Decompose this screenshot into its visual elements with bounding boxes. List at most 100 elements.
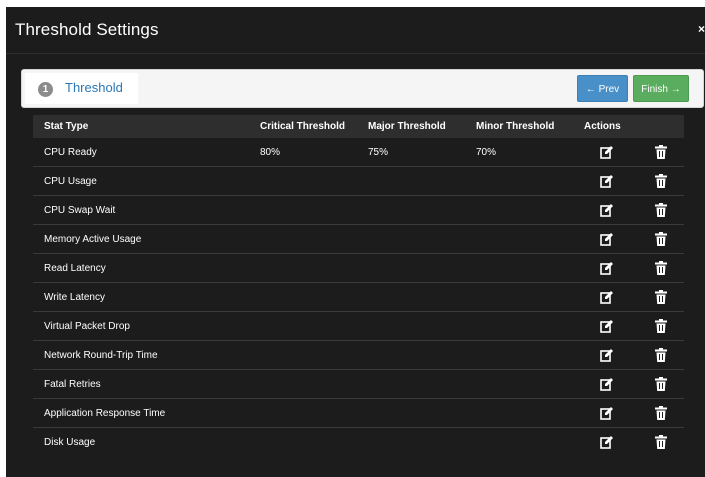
cell-minor (465, 340, 573, 370)
edit-icon[interactable] (600, 377, 614, 391)
trash-icon[interactable] (654, 145, 668, 159)
cell-major (357, 369, 465, 399)
cell-stat: Read Latency (33, 253, 249, 283)
cell-critical (249, 253, 357, 283)
edit-icon[interactable] (600, 406, 614, 420)
cell-critical (249, 398, 357, 428)
cell-minor (465, 253, 573, 283)
column-header-stat-type: Stat Type (33, 115, 249, 138)
cell-stat: Virtual Packet Drop (33, 311, 249, 341)
cell-stat: Application Response Time (33, 398, 249, 428)
cell-major (357, 166, 465, 196)
cell-actions (573, 311, 684, 341)
cell-actions (573, 398, 684, 428)
cell-major (357, 282, 465, 312)
edit-icon[interactable] (600, 319, 614, 333)
edit-icon[interactable] (600, 145, 614, 159)
cell-minor: 70% (465, 138, 573, 167)
column-header-major: Major Threshold (357, 115, 465, 138)
cell-stat: Fatal Retries (33, 369, 249, 399)
cell-minor (465, 369, 573, 399)
edit-icon[interactable] (600, 435, 614, 449)
edit-icon[interactable] (600, 348, 614, 362)
trash-icon[interactable] (654, 406, 668, 420)
cell-stat: Write Latency (33, 282, 249, 312)
cell-critical (249, 195, 357, 225)
cell-major (357, 340, 465, 370)
table-row: Write Latency (33, 282, 684, 312)
cell-minor (465, 282, 573, 312)
cell-stat: CPU Swap Wait (33, 195, 249, 225)
cell-major (357, 253, 465, 283)
threshold-table: Stat Type Critical Threshold Major Thres… (33, 115, 684, 456)
threshold-settings-modal: Threshold Settings × 1 Threshold ← Prev … (6, 7, 705, 477)
cell-actions (573, 369, 684, 399)
cell-minor (465, 166, 573, 196)
cell-minor (465, 311, 573, 341)
cell-actions (573, 340, 684, 370)
edit-icon[interactable] (600, 232, 614, 246)
finish-button[interactable]: Finish → (633, 75, 689, 102)
table-row: CPU Swap Wait (33, 195, 684, 225)
cell-minor (465, 224, 573, 254)
cell-actions (573, 282, 684, 312)
cell-critical: 80% (249, 138, 357, 167)
cell-critical (249, 311, 357, 341)
table-row: Read Latency (33, 253, 684, 283)
table-row: Network Round-Trip Time (33, 340, 684, 370)
cell-minor (465, 398, 573, 428)
cell-minor (465, 428, 573, 457)
table-header-row: Stat Type Critical Threshold Major Thres… (33, 115, 684, 138)
cell-stat: CPU Ready (33, 138, 249, 167)
cell-minor (465, 195, 573, 225)
cell-critical (249, 369, 357, 399)
cell-actions (573, 195, 684, 225)
cell-stat: Network Round-Trip Time (33, 340, 249, 370)
table-row: Application Response Time (33, 398, 684, 428)
column-header-minor: Minor Threshold (465, 115, 573, 138)
cell-critical (249, 340, 357, 370)
step-number-badge: 1 (38, 82, 53, 97)
trash-icon[interactable] (654, 348, 668, 362)
cell-critical (249, 428, 357, 457)
trash-icon[interactable] (654, 290, 668, 304)
column-header-critical: Critical Threshold (249, 115, 357, 138)
cell-stat: Memory Active Usage (33, 224, 249, 254)
cell-major (357, 195, 465, 225)
cell-actions (573, 253, 684, 283)
prev-button[interactable]: ← Prev (577, 75, 628, 102)
cell-critical (249, 224, 357, 254)
cell-critical (249, 282, 357, 312)
cell-critical (249, 166, 357, 196)
trash-icon[interactable] (654, 435, 668, 449)
edit-icon[interactable] (600, 290, 614, 304)
cell-major (357, 224, 465, 254)
cell-major: 75% (357, 138, 465, 167)
trash-icon[interactable] (654, 174, 668, 188)
trash-icon[interactable] (654, 203, 668, 217)
modal-header: Threshold Settings × (6, 7, 705, 54)
cell-stat: CPU Usage (33, 166, 249, 196)
modal-title: Threshold Settings (15, 20, 159, 39)
cell-major (357, 311, 465, 341)
step-label: Threshold (65, 80, 123, 95)
trash-icon[interactable] (654, 232, 668, 246)
trash-icon[interactable] (654, 261, 668, 275)
cell-major (357, 428, 465, 457)
trash-icon[interactable] (654, 377, 668, 391)
table-row: CPU Ready 80% 75% 70% (33, 138, 684, 167)
edit-icon[interactable] (600, 261, 614, 275)
cell-stat: Disk Usage (44, 436, 96, 448)
table-row: Virtual Packet Drop (33, 311, 684, 341)
edit-icon[interactable] (600, 174, 614, 188)
edit-icon[interactable] (600, 203, 614, 217)
close-button[interactable]: × (698, 22, 705, 36)
cell-major (357, 398, 465, 428)
table-row: Disk Usage (33, 428, 684, 457)
wizard-step-threshold[interactable]: 1 Threshold (25, 73, 138, 104)
trash-icon[interactable] (654, 319, 668, 333)
cell-actions (573, 138, 684, 167)
table-row: Memory Active Usage (33, 224, 684, 254)
cell-actions (573, 428, 684, 457)
wizard-bar: 1 Threshold ← Prev Finish → (21, 69, 704, 108)
